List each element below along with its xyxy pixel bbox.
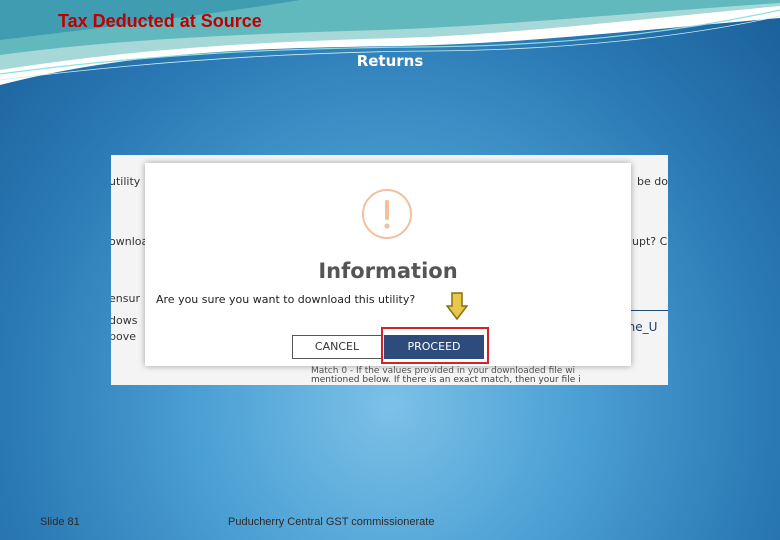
bg-text-fragment: bove (111, 330, 136, 343)
bg-text-fragment: ownloa (111, 235, 149, 248)
bg-text-fragment: be do (637, 175, 668, 188)
exclamation-circle-icon (362, 189, 412, 239)
bg-text-fragment: ensur (111, 292, 140, 305)
down-arrow-icon (446, 292, 468, 320)
dialog-question: Are you sure you want to download this u… (156, 293, 416, 306)
slide-title: Tax Deducted at Source (58, 11, 262, 31)
bg-text-fragment: upt? Cl (632, 235, 668, 248)
bg-divider (631, 310, 668, 311)
dialog-heading: Information (318, 259, 458, 283)
proceed-highlight-box (381, 327, 489, 364)
bg-text-fragment: dows (111, 314, 138, 327)
slide-subtitle: Returns (356, 52, 424, 70)
cancel-button[interactable]: CANCEL (292, 335, 382, 359)
bg-text-fragment: utility (111, 175, 141, 188)
slide-number: Slide 81 (40, 516, 80, 528)
bg-text-fragment: mentioned below. If there is an exact ma… (311, 375, 581, 385)
footer-text: Puducherry Central GST commissionerate (228, 516, 435, 528)
